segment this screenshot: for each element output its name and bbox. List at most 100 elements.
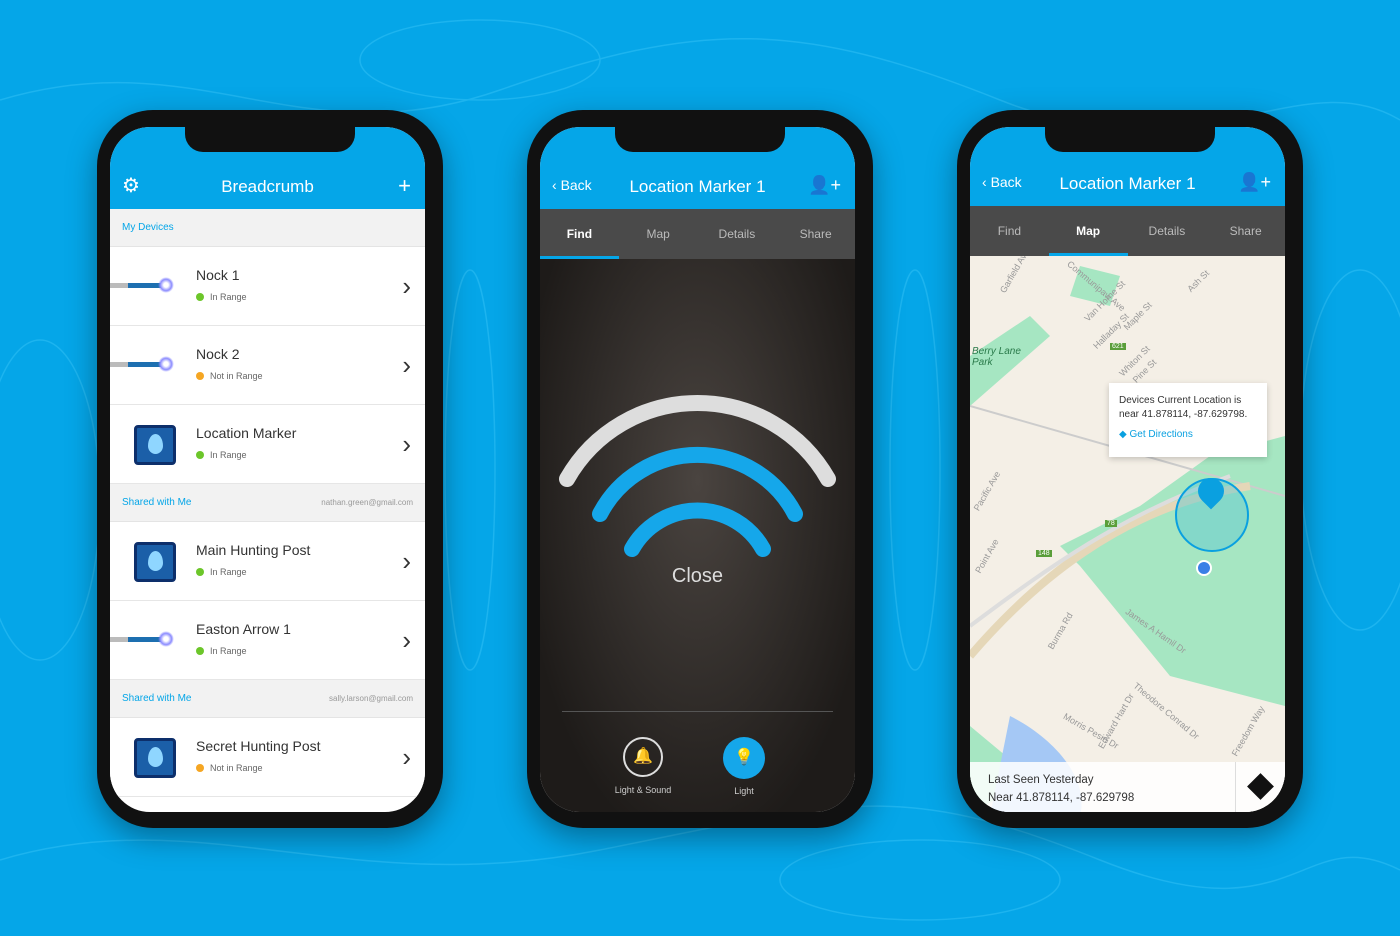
device-row[interactable]: Nock 2 Not in Range › — [110, 326, 425, 405]
device-row[interactable]: Easton Arrow 1 In Range › — [110, 601, 425, 680]
tab-find[interactable]: Find — [540, 209, 619, 259]
bell-icon: 🔔 — [623, 737, 663, 777]
map-label: 148 — [1036, 550, 1052, 557]
owner-email: sally.larson@gmail.com — [329, 694, 413, 703]
chevron-right-icon: › — [402, 271, 411, 301]
tab-map[interactable]: Map — [619, 209, 698, 259]
device-row[interactable]: Main Hunting Post In Range › — [110, 522, 425, 601]
device-name: Nock 1 — [196, 267, 240, 283]
link-label: Get Directions — [1129, 429, 1193, 440]
find-view: Close 🔔 Light & Sound 💡 Light — [540, 259, 855, 812]
divider — [562, 711, 833, 712]
device-name: Secret Hunting Post — [196, 738, 321, 754]
current-location-dot — [1196, 560, 1212, 576]
action-label: Light — [734, 786, 754, 796]
phone-map: ‹ Back Location Marker 1 👤+ Find Map Detai… — [957, 110, 1303, 828]
location-marker-icon — [134, 542, 176, 582]
device-status: Not in Range — [196, 763, 263, 773]
light-sound-button[interactable]: 🔔 Light & Sound — [603, 737, 683, 795]
tab-find[interactable]: Find — [970, 206, 1049, 256]
device-name: Nock 2 — [196, 346, 240, 362]
device-name: Easton Arrow 1 — [196, 621, 291, 637]
chevron-right-icon: › — [402, 742, 411, 772]
app-title: Breadcrumb — [221, 177, 314, 196]
notch — [615, 127, 785, 152]
directions-icon — [1247, 773, 1274, 800]
tab-details[interactable]: Details — [698, 209, 777, 259]
status-label: In Range — [210, 646, 247, 656]
status-label: Not in Range — [210, 763, 263, 773]
nock-icon — [110, 356, 174, 372]
plus-icon[interactable]: + — [398, 173, 411, 199]
tab-map[interactable]: Map — [1048, 206, 1128, 256]
status-label: In Range — [210, 450, 247, 460]
last-seen-footer: Last Seen Yesterday Near 41.878114, -87.… — [970, 762, 1285, 812]
map-label: Berry Lane Park — [972, 346, 1021, 368]
section-label: Shared with Me — [122, 497, 192, 508]
popup-text: Devices Current Location is — [1119, 395, 1242, 406]
chevron-right-icon: › — [402, 429, 411, 459]
device-name: Location Marker — [196, 425, 297, 441]
action-label: Light & Sound — [614, 785, 672, 795]
device-status: In Range — [196, 567, 247, 577]
add-user-icon[interactable]: 👤+ — [1238, 172, 1271, 193]
directions-icon: ◆ — [1119, 429, 1127, 440]
phone-find: ‹ Back Location Marker 1 👤+ Find Map Detai… — [527, 110, 873, 828]
device-row[interactable]: Secret Hunting Post Not in Range › — [110, 718, 425, 797]
get-directions-link[interactable]: ◆ Get Directions — [1119, 428, 1257, 442]
status-label: Not in Range — [210, 371, 263, 381]
map[interactable]: Berry Lane Park Communipaw Ave Garfield Av… — [970, 256, 1285, 812]
add-user-icon[interactable]: 👤+ — [808, 175, 841, 196]
last-seen-coordinates: Near 41.878114, -87.629798 — [988, 792, 1135, 804]
map-label: 621 — [1110, 343, 1126, 350]
notch — [1045, 127, 1215, 152]
location-marker-icon — [134, 425, 176, 465]
signal-strength-icon — [559, 394, 836, 557]
bulb-icon: 💡 — [723, 737, 765, 779]
device-status: Not in Range — [196, 371, 263, 381]
signal-bar-outer — [559, 394, 836, 487]
chevron-right-icon: › — [402, 350, 411, 380]
owner-email: nathan.green@gmail.com — [321, 498, 413, 507]
directions-button[interactable] — [1235, 762, 1285, 812]
tab-share[interactable]: Share — [776, 209, 855, 259]
location-marker-icon — [134, 738, 176, 778]
device-name: Main Hunting Post — [196, 542, 311, 558]
chevron-right-icon: › — [402, 546, 411, 576]
device-status: In Range — [196, 292, 247, 302]
status-dot — [196, 372, 204, 380]
nock-icon — [110, 277, 174, 293]
device-row[interactable]: Nock 1 In Range › — [110, 247, 425, 326]
device-status: In Range — [196, 450, 247, 460]
tab-bar: Find Map Details Share — [540, 209, 855, 259]
device-row[interactable]: Location Marker In Range › — [110, 405, 425, 484]
notch — [185, 127, 355, 152]
status-label: In Range — [210, 292, 247, 302]
tab-share[interactable]: Share — [1206, 206, 1285, 256]
section-header: My Devices — [110, 209, 425, 247]
section-header: Shared with Me sally.larson@gmail.com — [110, 680, 425, 718]
proximity-label: Close — [671, 565, 724, 587]
section-label: My Devices — [122, 222, 174, 233]
light-button[interactable]: 💡 Light — [704, 737, 784, 796]
popup-coordinates: near 41.878114, -87.629798. — [1119, 409, 1248, 420]
status-label: In Range — [210, 567, 247, 577]
location-popup: Devices Current Location is near 41.8781… — [1109, 383, 1267, 457]
status-dot — [196, 764, 204, 772]
phone-device-list: ⚙ Breadcrumb + My Devices Nock 1 In Rang… — [97, 110, 443, 828]
device-list: My Devices Nock 1 In Range › Nock 2 Not … — [110, 209, 425, 797]
status-dot — [196, 568, 204, 576]
tab-bar: Find Map Details Share — [970, 206, 1285, 256]
section-label: Shared with Me — [122, 693, 192, 704]
nock-icon — [110, 631, 174, 647]
section-header: Shared with Me nathan.green@gmail.com — [110, 484, 425, 522]
last-seen-label: Last Seen Yesterday — [988, 774, 1094, 786]
status-dot — [196, 647, 204, 655]
status-dot — [196, 451, 204, 459]
map-label: 78 — [1105, 520, 1117, 527]
device-status: In Range — [196, 646, 247, 656]
status-dot — [196, 293, 204, 301]
signal-bar-inner — [624, 502, 771, 557]
chevron-right-icon: › — [402, 625, 411, 655]
tab-details[interactable]: Details — [1128, 206, 1207, 256]
